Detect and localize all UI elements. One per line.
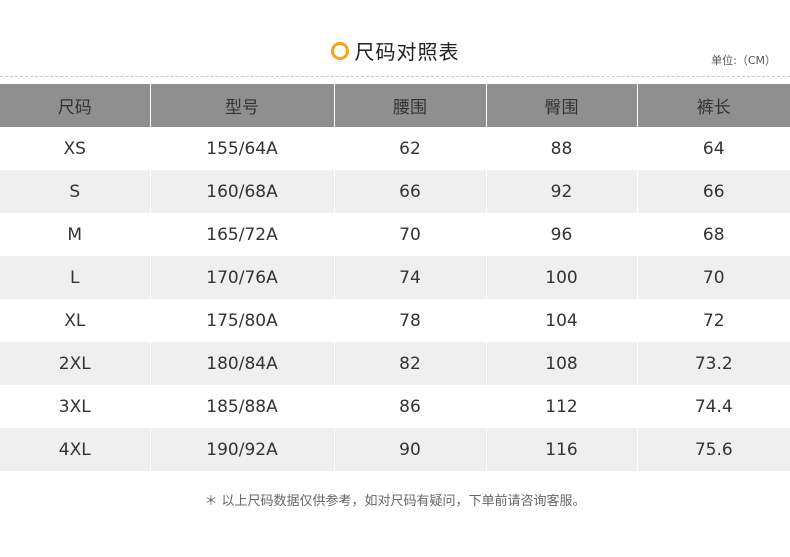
cell-size: XS <box>0 127 151 170</box>
cell-hip: 100 <box>486 256 638 299</box>
cell-hip: 116 <box>486 428 638 471</box>
cell-waist: 90 <box>334 428 487 471</box>
cell-hip: 112 <box>486 385 638 428</box>
cell-size: XL <box>0 299 151 342</box>
cell-size: 2XL <box>0 342 151 385</box>
table-row: XL 175/80A 78 104 72 <box>0 299 790 342</box>
cell-waist: 70 <box>334 213 487 256</box>
cell-waist: 66 <box>334 170 487 213</box>
cell-size: L <box>0 256 151 299</box>
cell-length: 68 <box>637 213 790 256</box>
cell-model: 180/84A <box>150 342 335 385</box>
cell-size: S <box>0 170 151 213</box>
unit-label: 单位:（CM） <box>711 54 776 67</box>
cell-hip: 96 <box>486 213 638 256</box>
cell-length: 70 <box>637 256 790 299</box>
cell-hip: 92 <box>486 170 638 213</box>
cell-model: 165/72A <box>150 213 335 256</box>
cell-model: 170/76A <box>150 256 335 299</box>
table-header-row: 尺码 型号 腰围 臀围 裤长 <box>0 84 790 127</box>
header-model: 型号 <box>150 84 335 127</box>
cell-waist: 74 <box>334 256 487 299</box>
cell-model: 160/68A <box>150 170 335 213</box>
cell-length: 73.2 <box>637 342 790 385</box>
cell-length: 72 <box>637 299 790 342</box>
header-length: 裤长 <box>637 84 790 127</box>
ring-icon <box>330 41 349 60</box>
header-waist: 腰围 <box>334 84 487 127</box>
table-row: L 170/76A 74 100 70 <box>0 256 790 299</box>
cell-length: 66 <box>637 170 790 213</box>
header-size: 尺码 <box>0 84 151 127</box>
title-text: 尺码对照表 <box>354 40 460 64</box>
page-title: 尺码对照表 <box>0 36 790 65</box>
table-row: 3XL 185/88A 86 112 74.4 <box>0 385 790 428</box>
cell-model: 155/64A <box>150 127 335 170</box>
cell-size: M <box>0 213 151 256</box>
cell-hip: 88 <box>486 127 638 170</box>
cell-length: 74.4 <box>637 385 790 428</box>
cell-waist: 78 <box>334 299 487 342</box>
cell-model: 175/80A <box>150 299 335 342</box>
cell-size: 3XL <box>0 385 151 428</box>
cell-length: 75.6 <box>637 428 790 471</box>
footnote: ＊ 以上尺码数据仅供参考，如对尺码有疑问，下单前请咨询客服。 <box>204 494 586 509</box>
cell-waist: 62 <box>334 127 487 170</box>
cell-model: 190/92A <box>150 428 335 471</box>
size-table: 尺码 型号 腰围 臀围 裤长 XS 155/64A 62 88 64 S 160… <box>0 84 790 471</box>
table-row: 4XL 190/92A 90 116 75.6 <box>0 428 790 471</box>
cell-hip: 108 <box>486 342 638 385</box>
cell-waist: 82 <box>334 342 487 385</box>
header-hip: 臀围 <box>486 84 638 127</box>
cell-model: 185/88A <box>150 385 335 428</box>
table-row: M 165/72A 70 96 68 <box>0 213 790 256</box>
table-row: S 160/68A 66 92 66 <box>0 170 790 213</box>
cell-hip: 104 <box>486 299 638 342</box>
cell-waist: 86 <box>334 385 487 428</box>
table-row: 2XL 180/84A 82 108 73.2 <box>0 342 790 385</box>
table-row: XS 155/64A 62 88 64 <box>0 127 790 170</box>
divider <box>0 76 790 77</box>
cell-size: 4XL <box>0 428 151 471</box>
cell-length: 64 <box>637 127 790 170</box>
